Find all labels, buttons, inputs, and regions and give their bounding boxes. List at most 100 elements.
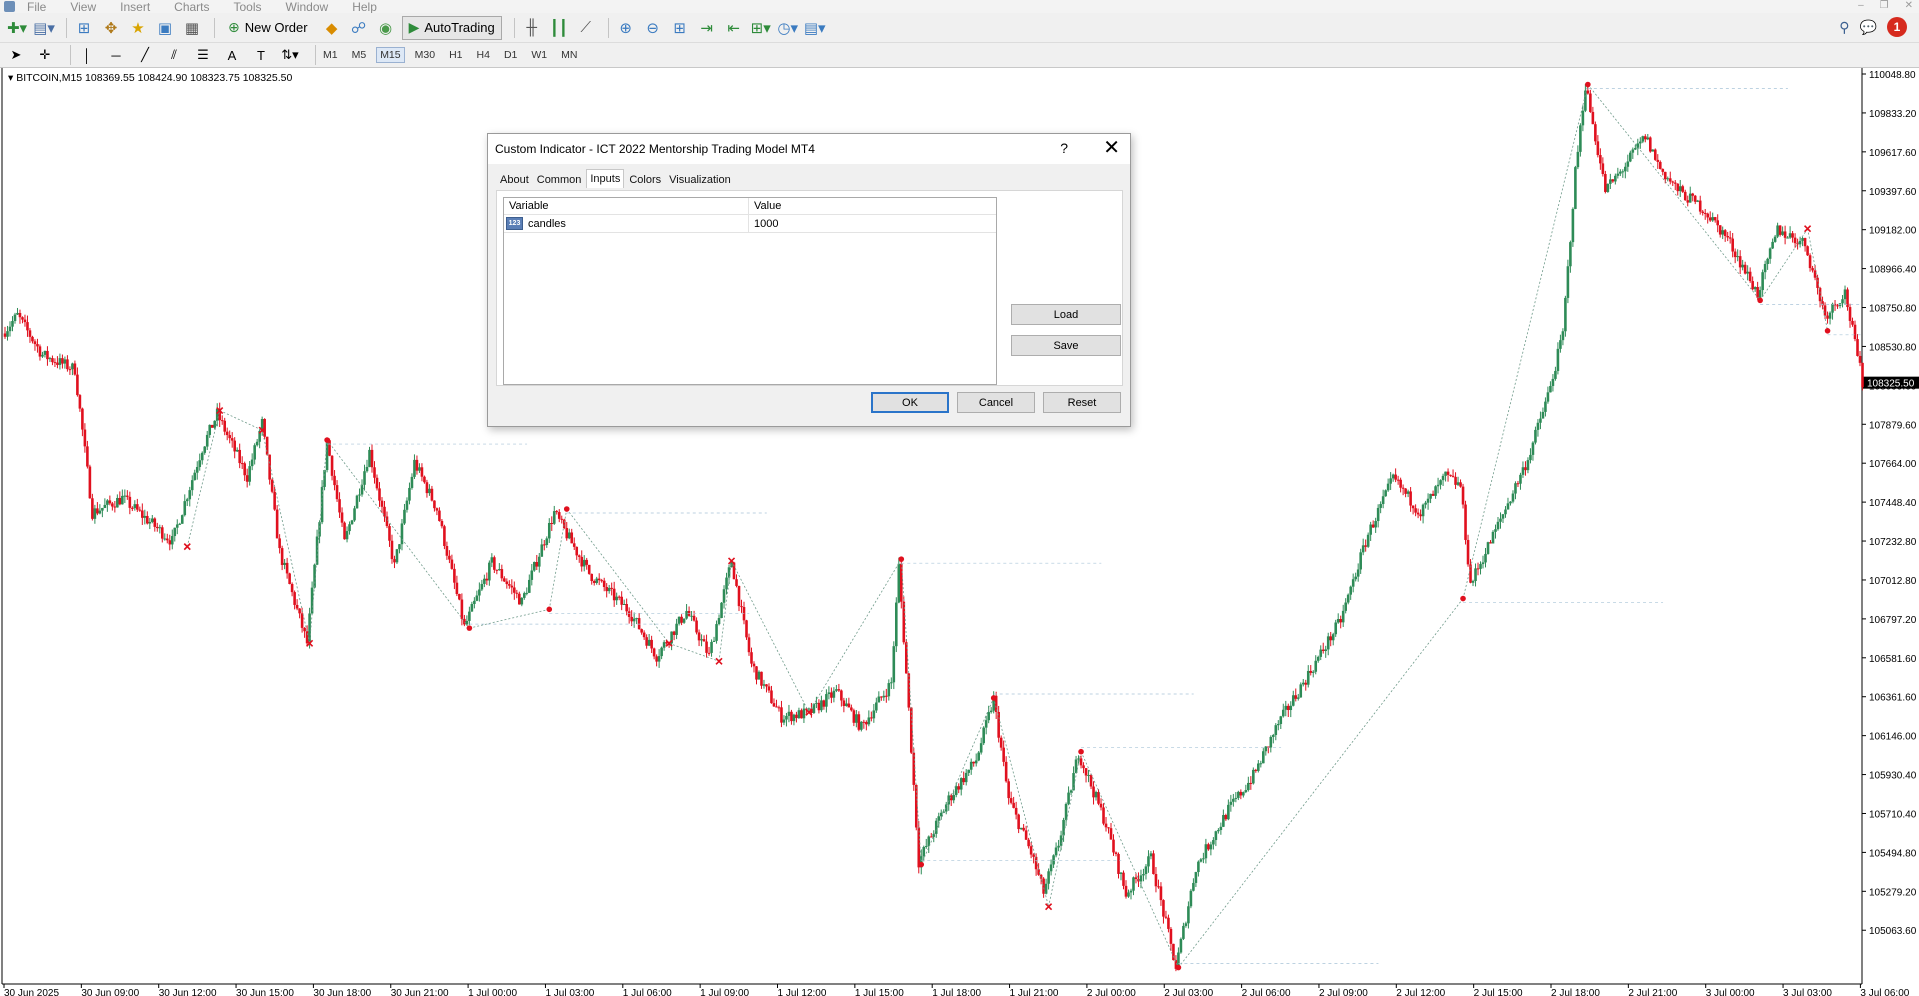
candle-body [567,532,571,539]
candle-body [632,618,636,622]
save-button[interactable]: Save [1011,335,1121,356]
timeframe-h1[interactable]: H1 [448,47,463,63]
tab-colors[interactable]: Colors [626,170,664,189]
candle-body [440,520,444,527]
chart-shift-icon[interactable]: ⇥ [696,17,718,39]
candle-body [1713,217,1717,221]
text-label-icon[interactable]: T [251,45,271,65]
candle-body [1229,801,1233,805]
input-row-candles[interactable]: 123 candles 1000 [504,214,996,233]
menu-file[interactable]: File [27,1,46,13]
load-button[interactable]: Load [1011,304,1121,325]
timeframe-m5[interactable]: M5 [351,47,368,63]
line-chart-icon[interactable]: ⟋ [575,17,597,39]
menu-window[interactable]: Window [286,1,329,13]
candle-body [1808,255,1812,269]
menu-charts[interactable]: Charts [174,1,209,13]
candle-body [36,344,39,347]
timeframe-h4[interactable]: H4 [476,47,491,63]
candle-body [1791,233,1794,238]
time-label: 2 Jul 12:00 [1396,988,1445,996]
crosshair-icon[interactable]: ✛ [35,45,55,65]
candle-body [1149,853,1153,857]
candle-body [1741,264,1744,268]
tab-common[interactable]: Common [534,170,585,189]
dialog-titlebar[interactable]: Custom Indicator - ICT 2022 Mentorship T… [488,134,1130,164]
time-label: 2 Jul 15:00 [1474,988,1523,996]
tab-inputs[interactable]: Inputs [586,169,625,188]
terminal-icon[interactable]: ▣ [154,17,176,39]
indicators-icon[interactable]: ⊞▾ [750,17,772,39]
current-price-label: 108325.50 [1867,379,1915,390]
tab-visualization[interactable]: Visualization [666,170,734,189]
signals-icon[interactable]: ☍ [348,17,370,39]
candle-body [695,620,698,633]
search-icon[interactable]: ⚲ [1839,19,1849,36]
notifications-icon[interactable]: 💬 [1860,19,1877,36]
candle-body [822,700,826,707]
column-header-variable[interactable]: Variable [504,197,749,215]
close-window-icon[interactable]: ✕ [1905,0,1913,11]
candle-body [1811,268,1814,271]
market-watch-icon[interactable]: ⊞ [73,17,95,39]
minimize-icon[interactable]: – [1858,0,1864,11]
arrows-icon[interactable]: ⇅▾ [280,45,300,65]
menu-insert[interactable]: Insert [120,1,150,13]
candle-body [565,527,569,539]
timeframe-m1[interactable]: M1 [322,47,339,63]
new-order-button[interactable]: ⊕ New Order [221,16,315,40]
equidistant-channel-icon[interactable]: ⫽ [164,45,184,65]
autoscroll-icon[interactable]: ⇤ [723,17,745,39]
candle-body [1147,856,1150,867]
ok-button[interactable]: OK [871,392,949,413]
vertical-line-icon[interactable]: │ [77,45,97,65]
cancel-button[interactable]: Cancel [957,392,1035,413]
symbol-dropdown-icon[interactable]: ▾ [8,72,13,84]
metaeditor-icon[interactable]: ◆ [321,17,343,39]
data-window-icon[interactable]: ✥ [100,17,122,39]
price-label: 105063.60 [1869,926,1917,937]
menu-help[interactable]: Help [352,1,377,13]
reset-button[interactable]: Reset [1043,392,1121,413]
market-icon[interactable]: ◉ [375,17,397,39]
zoom-out-icon[interactable]: ⊖ [642,17,664,39]
column-header-value[interactable]: Value [749,198,781,215]
trendline-icon[interactable]: ╱ [135,45,155,65]
candle-body [1591,111,1595,125]
notification-badge[interactable]: 1 [1887,17,1907,37]
zoom-in-icon[interactable]: ⊕ [615,17,637,39]
timeframe-w1[interactable]: W1 [530,47,548,63]
navigator-icon[interactable]: ★ [127,17,149,39]
new-chart-icon[interactable]: ✚▾ [6,17,28,39]
cursor-icon[interactable]: ➤ [6,45,26,65]
templates-icon[interactable]: ▤▾ [804,17,826,39]
candle-body [1858,355,1862,363]
candle-body [280,548,284,565]
timeframe-d1[interactable]: D1 [503,47,518,63]
candle-body [984,720,988,728]
timeframe-mn[interactable]: MN [560,47,578,63]
value-cell[interactable]: 1000 [749,218,778,230]
fibonacci-icon[interactable]: ☰ [193,45,213,65]
bar-chart-icon[interactable]: ╫ [521,17,543,39]
candle-body [233,440,236,452]
timeframe-m30[interactable]: M30 [414,47,436,63]
help-button[interactable]: ? [1060,140,1068,156]
candle-body [1296,697,1300,699]
periods-icon[interactable]: ◷▾ [777,17,799,39]
close-icon[interactable]: ✕ [1103,136,1120,160]
autotrading-button[interactable]: ▶ AutoTrading [401,15,502,40]
strategy-tester-icon[interactable]: ▦ [181,17,203,39]
text-icon[interactable]: A [222,45,242,65]
menu-tools[interactable]: Tools [234,1,262,13]
profiles-icon[interactable]: ▤▾ [33,17,55,39]
horizontal-line-icon[interactable]: ─ [106,45,126,65]
restore-icon[interactable]: ❐ [1880,0,1889,11]
candle-body [58,358,62,365]
timeframe-m15[interactable]: M15 [376,47,405,63]
menu-view[interactable]: View [70,1,96,13]
candle-body [1269,736,1273,748]
tile-windows-icon[interactable]: ⊞ [669,17,691,39]
tab-about[interactable]: About [497,170,532,189]
candlesticks-icon[interactable]: ┃┃ [548,17,570,39]
